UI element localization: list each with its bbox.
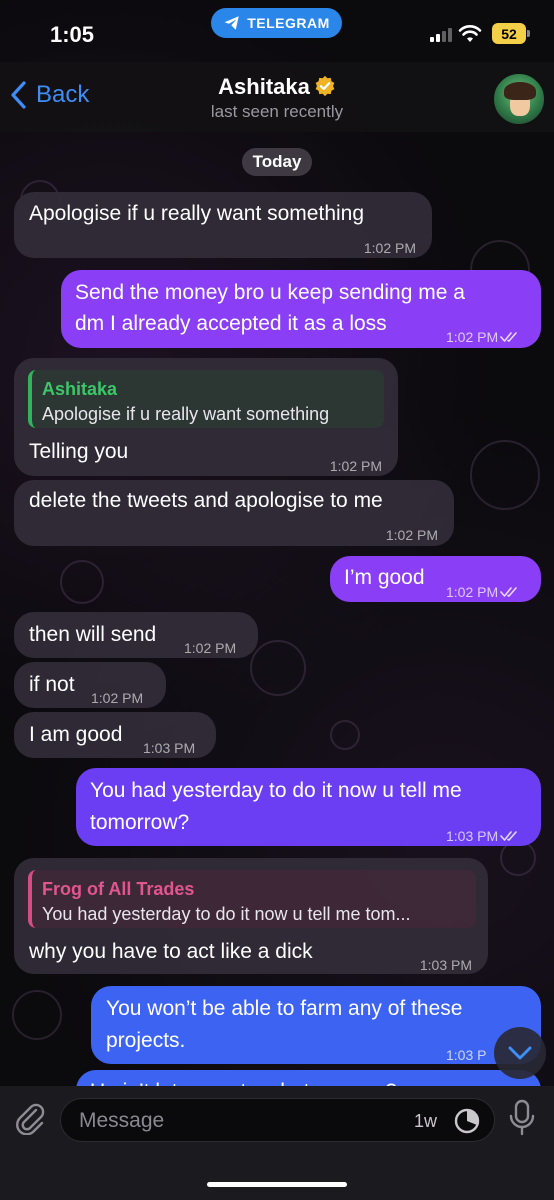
chat-header: Back Ashitaka last seen recently bbox=[0, 62, 554, 132]
wallpaper-doodle bbox=[12, 990, 62, 1040]
contact-name-row[interactable]: Ashitaka bbox=[0, 74, 554, 100]
message-time: 1:02 PM bbox=[329, 458, 382, 474]
message-text: Apologise if u really want something bbox=[29, 202, 365, 225]
message-bubble-outgoing[interactable]: Send the money bro u keep sending me a d… bbox=[61, 270, 541, 348]
reply-text: Apologise if u really want something bbox=[42, 404, 330, 424]
last-seen-status: last seen recently bbox=[210, 102, 344, 121]
reply-quote[interactable]: Ashitaka Apologise if u really want some… bbox=[28, 370, 384, 428]
battery-icon: 52 bbox=[492, 23, 530, 44]
message-text: You had yesterday to do it now u tell me bbox=[90, 779, 462, 802]
message-text: dm I already accepted it as a loss bbox=[75, 312, 387, 335]
reply-text: You had yesterday to do it now u tell me… bbox=[42, 904, 411, 924]
message-input[interactable]: Message 1w bbox=[60, 1098, 495, 1142]
message-text: then will send bbox=[29, 623, 157, 646]
message-text: why you have to act like a dick bbox=[29, 940, 313, 963]
message-bubble-incoming[interactable]: if not 1:02 PM bbox=[14, 662, 166, 708]
message-text: Send the money bro u keep sending me a bbox=[75, 281, 465, 304]
scroll-to-bottom-button[interactable] bbox=[494, 1027, 546, 1079]
message-time: 1:02 PM bbox=[363, 240, 416, 256]
message-time: 1:03 PM bbox=[143, 740, 196, 756]
message-text: if not bbox=[29, 673, 75, 696]
message-time: 1:02 PM bbox=[385, 527, 438, 543]
message-time: 1:02 PM bbox=[184, 640, 237, 656]
timer-icon[interactable] bbox=[453, 1107, 481, 1135]
message-time: 1:02 PM bbox=[446, 584, 499, 600]
message-bubble-incoming[interactable]: then will send 1:02 PM bbox=[14, 612, 258, 658]
contact-name: Ashitaka bbox=[218, 74, 310, 99]
status-bar: 1:05 TELEGRAM 52 bbox=[0, 0, 554, 62]
autodelete-timer-label[interactable]: 1w bbox=[414, 1111, 437, 1132]
message-bubble-incoming[interactable]: Ashitaka Apologise if u really want some… bbox=[14, 358, 398, 476]
message-time: 1:03 PM bbox=[419, 957, 472, 973]
message-time-row: 1:02 PM bbox=[446, 322, 520, 353]
message-text: projects. bbox=[106, 1029, 186, 1052]
message-time: 1:03 PM bbox=[446, 828, 499, 844]
chevron-down-icon bbox=[508, 1046, 532, 1060]
message-bubble-incoming[interactable]: Frog of All Trades You had yesterday to … bbox=[14, 858, 488, 974]
wallpaper-doodle bbox=[60, 560, 104, 604]
double-check-icon bbox=[500, 332, 517, 342]
message-bubble-outgoing[interactable]: You had yesterday to do it now u tell me… bbox=[76, 768, 541, 846]
telegram-pill[interactable]: TELEGRAM bbox=[211, 8, 342, 38]
message-time-row: 1:02 PM bbox=[446, 577, 520, 608]
home-indicator bbox=[207, 1182, 347, 1187]
wifi-icon bbox=[458, 25, 482, 42]
message-bubble-incoming[interactable]: delete the tweets and apologise to me 1:… bbox=[14, 480, 454, 546]
message-text: You won’t be able to farm any of these bbox=[106, 997, 463, 1020]
reply-quote[interactable]: Frog of All Trades You had yesterday to … bbox=[28, 870, 476, 928]
message-time: 1:03 P bbox=[446, 1047, 487, 1063]
microphone-icon[interactable] bbox=[508, 1098, 536, 1138]
battery-level: 52 bbox=[501, 25, 517, 42]
message-bubble-incoming[interactable]: Apologise if u really want something 1:0… bbox=[14, 192, 432, 258]
double-check-icon bbox=[500, 831, 517, 841]
wallpaper-doodle bbox=[250, 640, 306, 696]
message-time-row: 1:03 PM bbox=[446, 821, 520, 852]
telegram-plane-icon bbox=[224, 16, 239, 30]
message-time: 1:02 PM bbox=[446, 329, 499, 345]
message-text: I’m good bbox=[344, 566, 425, 589]
message-bubble-outgoing[interactable]: You won’t be able to farm any of these p… bbox=[91, 986, 541, 1064]
avatar[interactable] bbox=[492, 72, 546, 126]
message-text: tomorrow? bbox=[90, 811, 190, 834]
message-text: Telling you bbox=[29, 440, 129, 463]
date-chip: Today bbox=[242, 148, 312, 176]
double-check-icon bbox=[500, 587, 517, 597]
message-time: 1:02 PM bbox=[91, 690, 144, 706]
message-bubble-outgoing[interactable]: I’m good 1:02 PM bbox=[330, 556, 541, 602]
signal-icon bbox=[430, 28, 452, 42]
paperclip-icon[interactable] bbox=[14, 1101, 46, 1135]
message-input-bar: Message 1w bbox=[0, 1086, 554, 1200]
telegram-pill-label: TELEGRAM bbox=[247, 15, 330, 31]
message-bubble-incoming[interactable]: I am good 1:03 PM bbox=[14, 712, 216, 758]
message-placeholder: Message bbox=[79, 1109, 165, 1132]
message-text: I am good bbox=[29, 723, 123, 746]
status-time: 1:05 bbox=[50, 22, 95, 47]
message-text: delete the tweets and apologise to me bbox=[29, 489, 383, 512]
verified-badge-icon bbox=[315, 75, 335, 97]
wallpaper-doodle bbox=[330, 720, 360, 750]
wallpaper-doodle bbox=[470, 440, 540, 510]
